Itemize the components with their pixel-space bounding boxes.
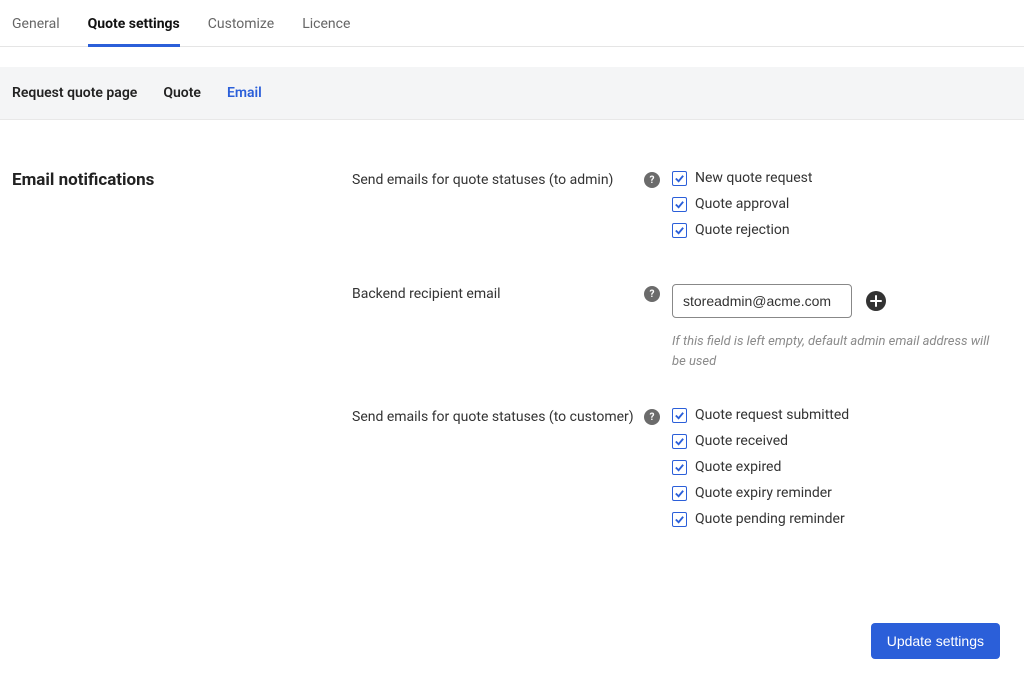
checkbox-label: Quote approval: [695, 196, 789, 212]
field-customer-statuses: Send emails for quote statuses (to custo…: [352, 407, 1012, 537]
checkbox-label: Quote received: [695, 433, 788, 449]
subtab-email[interactable]: Email: [227, 85, 262, 101]
recipient-email-input[interactable]: [672, 284, 852, 318]
primary-tabs: General Quote settings Customize Licence: [0, 0, 1024, 47]
checkbox-label: New quote request: [695, 170, 812, 186]
checkbox-label: Quote pending reminder: [695, 511, 845, 527]
checkbox-icon[interactable]: [672, 197, 687, 212]
checkbox-label: Quote rejection: [695, 222, 790, 238]
checkbox-icon[interactable]: [672, 512, 687, 527]
checkbox-quote-rejection[interactable]: Quote rejection: [672, 222, 1012, 238]
checkbox-icon[interactable]: [672, 171, 687, 186]
help-icon[interactable]: ?: [644, 172, 660, 188]
checkbox-quote-approval[interactable]: Quote approval: [672, 196, 1012, 212]
checkbox-quote-pending-reminder[interactable]: Quote pending reminder: [672, 511, 1012, 527]
subtab-request-quote-page[interactable]: Request quote page: [12, 85, 137, 101]
field-label: Send emails for quote statuses (to custo…: [352, 407, 672, 537]
checkbox-new-quote-request[interactable]: New quote request: [672, 170, 1012, 186]
tab-general[interactable]: General: [12, 10, 60, 46]
checkbox-label: Quote expiry reminder: [695, 485, 832, 501]
checkbox-icon[interactable]: [672, 460, 687, 475]
update-settings-button[interactable]: Update settings: [871, 623, 1000, 659]
checkbox-icon[interactable]: [672, 486, 687, 501]
field-label: Backend recipient email ?: [352, 284, 672, 371]
field-controls: Quote request submitted Quote received Q…: [672, 407, 1012, 537]
tab-customize[interactable]: Customize: [208, 10, 274, 46]
email-input-row: [672, 284, 1012, 318]
help-icon[interactable]: ?: [644, 409, 660, 425]
plus-icon: [870, 295, 882, 307]
checkbox-icon[interactable]: [672, 434, 687, 449]
checkbox-icon[interactable]: [672, 408, 687, 423]
checkbox-quote-expired[interactable]: Quote expired: [672, 459, 1012, 475]
field-label: Send emails for quote statuses (to admin…: [352, 170, 672, 248]
tab-licence[interactable]: Licence: [302, 10, 350, 46]
field-controls: New quote request Quote approval Quote r…: [672, 170, 1012, 248]
checkbox-quote-received[interactable]: Quote received: [672, 433, 1012, 449]
section-heading-col: Email notifications: [12, 170, 352, 573]
fields-col: Send emails for quote statuses (to admin…: [352, 170, 1012, 573]
checkbox-quote-expiry-reminder[interactable]: Quote expiry reminder: [672, 485, 1012, 501]
tab-quote-settings[interactable]: Quote settings: [88, 10, 180, 46]
add-email-button[interactable]: [866, 291, 886, 311]
footer: Update settings: [0, 603, 1024, 683]
checkbox-quote-request-submitted[interactable]: Quote request submitted: [672, 407, 1012, 423]
content-area: Email notifications Send emails for quot…: [0, 120, 1024, 603]
recipient-email-hint: If this field is left empty, default adm…: [672, 332, 992, 371]
section-title: Email notifications: [12, 170, 352, 190]
help-icon[interactable]: ?: [644, 286, 660, 302]
field-label-text: Send emails for quote statuses (to admin…: [352, 172, 636, 188]
field-controls: If this field is left empty, default adm…: [672, 284, 1012, 371]
checkbox-icon[interactable]: [672, 223, 687, 238]
checkbox-label: Quote expired: [695, 459, 781, 475]
secondary-tabs: Request quote page Quote Email: [0, 67, 1024, 120]
field-label-text: Backend recipient email: [352, 286, 636, 302]
checkbox-label: Quote request submitted: [695, 407, 849, 423]
subtab-quote[interactable]: Quote: [163, 85, 201, 101]
field-label-text: Send emails for quote statuses (to custo…: [352, 409, 636, 425]
field-admin-statuses: Send emails for quote statuses (to admin…: [352, 170, 1012, 248]
field-recipient-email: Backend recipient email ? If this field …: [352, 284, 1012, 371]
